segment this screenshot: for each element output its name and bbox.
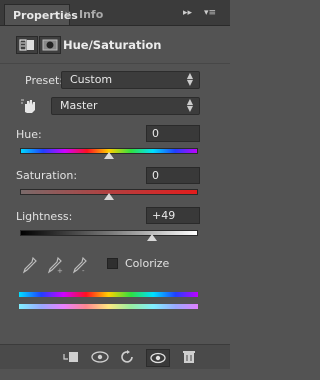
eyedropper-minus-icon[interactable]: -: [72, 256, 88, 275]
layer-mask-icon[interactable]: [39, 36, 61, 54]
collapse-panel-icon[interactable]: ▸▸: [183, 8, 192, 18]
hue-value: 0: [152, 127, 159, 140]
preset-label: Preset:: [25, 74, 64, 87]
preset-value: Custom: [70, 73, 113, 86]
tab-info[interactable]: Info: [71, 4, 111, 25]
adjustment-header: Hue/Saturation: [0, 28, 230, 64]
trash-icon[interactable]: [180, 349, 198, 365]
svg-text:+: +: [57, 267, 63, 274]
saturation-slider-thumb[interactable]: [104, 193, 114, 200]
lightness-label: Lightness:: [16, 210, 73, 223]
view-previous-state-icon[interactable]: [90, 349, 109, 365]
lightness-slider-thumb[interactable]: [147, 234, 158, 241]
panel-footer: [0, 344, 230, 369]
colorize-label: Colorize: [125, 257, 170, 270]
tab-properties[interactable]: Properties ×: [4, 4, 78, 25]
hue-input[interactable]: 0: [146, 125, 200, 142]
saturation-input[interactable]: 0: [146, 167, 200, 184]
adjustment-layer-icon[interactable]: [16, 36, 38, 54]
colorize-checkbox[interactable]: [107, 258, 118, 269]
lightness-input[interactable]: +49: [146, 207, 200, 224]
hue-slider-thumb[interactable]: [104, 152, 114, 159]
lightness-slider-track[interactable]: [20, 230, 198, 236]
hue-label: Hue:: [16, 128, 42, 141]
panel-tab-bar: Properties × Info ▸▸ ▾≡: [0, 0, 230, 26]
select-arrows-icon: ▲ ▼: [186, 71, 193, 87]
output-color-spectrum: [19, 304, 198, 309]
properties-panel: Properties × Info ▸▸ ▾≡ Hue/Saturation P…: [0, 0, 230, 380]
channel-value: Master: [60, 99, 98, 112]
svg-text:-: -: [82, 267, 85, 274]
hand-adjust-icon[interactable]: [19, 96, 39, 116]
lightness-value: +49: [152, 209, 176, 222]
panel-menu-icon[interactable]: ▾≡: [204, 8, 216, 18]
tab-info-label: Info: [79, 8, 104, 21]
clip-to-layer-icon[interactable]: [62, 349, 80, 365]
saturation-value: 0: [152, 169, 159, 182]
channel-select[interactable]: Master ▲ ▼: [51, 97, 200, 115]
preset-select[interactable]: Custom ▲ ▼: [61, 71, 200, 89]
reset-icon[interactable]: [119, 349, 137, 365]
visibility-eye-icon[interactable]: [146, 349, 170, 367]
saturation-label: Saturation:: [16, 169, 78, 182]
eyedropper-plus-icon[interactable]: +: [47, 256, 63, 275]
eyedropper-icon[interactable]: [22, 256, 38, 274]
input-color-spectrum: [19, 292, 198, 297]
select-arrows-icon: ▲ ▼: [186, 97, 193, 113]
adjustment-title: Hue/Saturation: [63, 38, 162, 52]
